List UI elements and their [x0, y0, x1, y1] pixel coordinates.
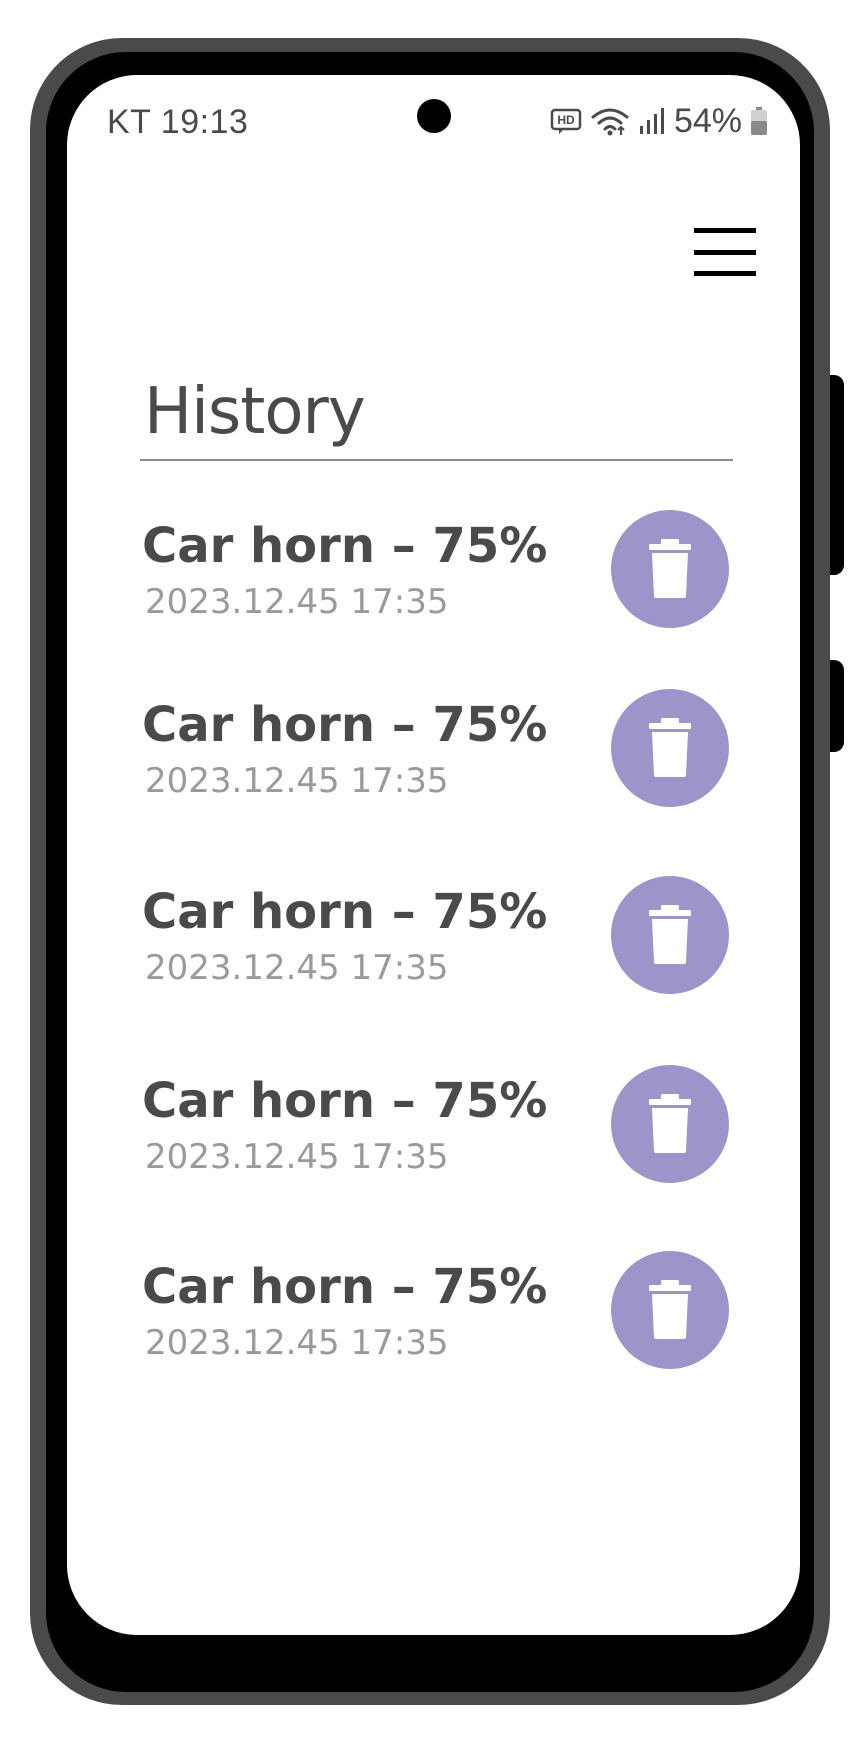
history-item-time: 2023.12.45 17:35 — [145, 948, 449, 988]
history-item-title: Car horn – 75% — [142, 884, 548, 940]
history-item: Car horn – 75% 2023.12.45 17:35 — [67, 1065, 800, 1195]
history-item: Car horn – 75% 2023.12.45 17:35 — [67, 1251, 800, 1381]
delete-button[interactable] — [611, 689, 729, 807]
history-item-time: 2023.12.45 17:35 — [145, 761, 449, 801]
phone-mockup: KT 19:13 HD 54% History Car horn – 75% 2… — [0, 0, 862, 1747]
phone-screen: KT 19:13 HD 54% History Car horn – 75% 2… — [67, 75, 800, 1635]
delete-button[interactable] — [611, 510, 729, 628]
trash-icon — [649, 1094, 691, 1153]
delete-button[interactable] — [611, 876, 729, 994]
history-item-time: 2023.12.45 17:35 — [145, 582, 449, 622]
power-button — [830, 375, 844, 575]
trash-icon — [649, 718, 691, 777]
history-item: Car horn – 75% 2023.12.45 17:35 — [67, 876, 800, 1006]
history-item: Car horn – 75% 2023.12.45 17:35 — [67, 510, 800, 640]
history-item-time: 2023.12.45 17:35 — [145, 1323, 449, 1363]
history-list: Car horn – 75% 2023.12.45 17:35 Car horn… — [67, 75, 800, 1635]
history-item-title: Car horn – 75% — [142, 1073, 548, 1129]
history-item-title: Car horn – 75% — [142, 1259, 548, 1315]
history-item-time: 2023.12.45 17:35 — [145, 1137, 449, 1177]
volume-button — [830, 660, 844, 752]
history-item-title: Car horn – 75% — [142, 697, 548, 753]
history-item: Car horn – 75% 2023.12.45 17:35 — [67, 689, 800, 819]
delete-button[interactable] — [611, 1065, 729, 1183]
delete-button[interactable] — [611, 1251, 729, 1369]
history-item-title: Car horn – 75% — [142, 518, 548, 574]
trash-icon — [649, 539, 691, 598]
trash-icon — [649, 1280, 691, 1339]
trash-icon — [649, 905, 691, 964]
